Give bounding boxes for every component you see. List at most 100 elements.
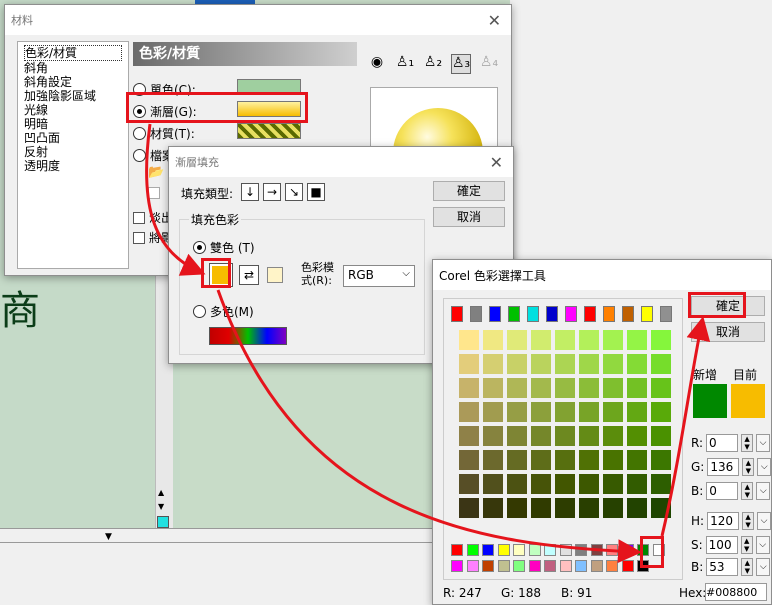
palette-swatch[interactable] <box>470 306 482 322</box>
color-grid-cell[interactable] <box>531 450 551 470</box>
color-grid-cell[interactable] <box>459 354 479 374</box>
light-3-icon[interactable]: ♙₃ <box>451 54 471 74</box>
solid-option[interactable]: 單色(C): <box>133 81 196 98</box>
chevron-down-icon[interactable]: ⌵ <box>756 558 771 576</box>
color-grid-cell[interactable] <box>555 450 575 470</box>
chevron-down-icon[interactable]: ⌵ <box>757 458 772 476</box>
category-item[interactable]: 透明度 <box>24 159 122 173</box>
palette-swatch[interactable] <box>466 544 479 556</box>
palette-swatch[interactable] <box>451 306 463 322</box>
palette-swatch[interactable] <box>606 560 618 572</box>
close-icon[interactable]: ✕ <box>488 11 501 30</box>
color-grid-cell[interactable] <box>531 426 551 446</box>
color-grid-cell[interactable] <box>603 378 623 398</box>
color-grid-cell[interactable] <box>603 330 623 350</box>
color-grid-cell[interactable] <box>603 498 623 518</box>
color-grid-cell[interactable] <box>483 354 503 374</box>
arrow-diagonal-icon[interactable]: ↘ <box>285 183 303 201</box>
color-grid-cell[interactable] <box>459 378 479 398</box>
ok-button[interactable]: 確定 <box>691 296 765 316</box>
folder-icon[interactable]: 📂 <box>148 165 164 180</box>
color-grid-cell[interactable] <box>627 330 647 350</box>
arrow-right-icon[interactable]: → <box>263 183 281 201</box>
color-grid-cell[interactable] <box>579 450 599 470</box>
color-grid-cell[interactable] <box>651 474 671 494</box>
palette-swatch[interactable] <box>641 306 653 322</box>
brightness-input[interactable] <box>706 558 739 576</box>
color-grid-cell[interactable] <box>627 378 647 398</box>
palette-swatch[interactable] <box>528 544 541 556</box>
palette-swatch[interactable] <box>489 306 501 322</box>
palette-swatch[interactable] <box>660 306 672 322</box>
color-grid-cell[interactable] <box>651 498 671 518</box>
cancel-button[interactable]: 取消 <box>691 322 765 342</box>
file-radio[interactable] <box>133 149 146 162</box>
color-grid-cell[interactable] <box>459 402 479 422</box>
spinner-arrows-icon[interactable]: ▲ ▼ <box>741 558 754 576</box>
palette-swatch[interactable] <box>528 560 541 572</box>
gradient-radio[interactable] <box>133 105 146 118</box>
category-item[interactable]: 斜角設定 <box>24 75 122 89</box>
color-grid-cell[interactable] <box>555 330 575 350</box>
palette-swatch[interactable] <box>575 544 587 556</box>
color-grid-cell[interactable] <box>531 402 551 422</box>
close-icon[interactable]: ✕ <box>490 153 503 172</box>
color-grid-cell[interactable] <box>579 498 599 518</box>
b-input[interactable] <box>706 482 739 500</box>
category-item[interactable]: 凹凸面 <box>24 131 122 145</box>
multi-color-radio[interactable] <box>193 305 206 318</box>
current-color-swatch[interactable] <box>731 384 765 418</box>
gradient-option[interactable]: 漸層(G): <box>133 103 197 120</box>
palette-swatch[interactable] <box>544 544 556 556</box>
palette-swatch[interactable] <box>497 560 510 572</box>
color-grid-cell[interactable] <box>651 330 671 350</box>
color2-swatch[interactable] <box>267 267 283 283</box>
two-color-radio[interactable] <box>193 241 206 254</box>
color-grid-cell[interactable] <box>627 402 647 422</box>
color-grid-cell[interactable] <box>579 426 599 446</box>
color-grid-cell[interactable] <box>579 354 599 374</box>
spinner-arrows-icon[interactable]: ▲ ▼ <box>741 434 754 452</box>
palette-swatch[interactable] <box>606 544 618 556</box>
color-grid-cell[interactable] <box>555 354 575 374</box>
palette-swatch[interactable] <box>590 544 603 556</box>
color-grid-cell[interactable] <box>483 498 503 518</box>
category-item[interactable]: 明暗 <box>24 117 122 131</box>
spinner-arrows-icon[interactable]: ▲ ▼ <box>741 482 754 500</box>
color-grid-cell[interactable] <box>651 378 671 398</box>
chevron-down-icon[interactable]: ⌵ <box>757 512 772 530</box>
chevron-down-icon[interactable]: ⌵ <box>756 434 771 452</box>
color-grid-cell[interactable] <box>507 378 527 398</box>
h-input[interactable] <box>707 512 740 530</box>
light-4-icon[interactable]: ♙₄ <box>479 54 499 74</box>
palette-swatch[interactable] <box>451 560 463 572</box>
spinner-arrows-icon[interactable]: ▲ ▼ <box>742 512 755 530</box>
color-grid-cell[interactable] <box>555 426 575 446</box>
palette-swatch[interactable] <box>637 560 649 572</box>
color-grid-cell[interactable] <box>507 498 527 518</box>
palette-swatch[interactable] <box>584 306 596 322</box>
color-grid-cell[interactable] <box>651 354 671 374</box>
category-list[interactable]: 色彩/材質 斜角 斜角設定 加強陰影區域 光線 明暗 凹凸面 反射 透明度 <box>17 41 129 269</box>
color-grid-cell[interactable] <box>651 426 671 446</box>
color-grid-cell[interactable] <box>483 402 503 422</box>
palette-swatch[interactable] <box>559 560 572 572</box>
hex-input[interactable] <box>705 583 767 601</box>
palette-swatch[interactable] <box>546 306 558 322</box>
color-grid-cell[interactable] <box>531 474 551 494</box>
palette-swatch[interactable] <box>559 544 572 556</box>
palette-swatch[interactable] <box>466 560 479 572</box>
palette-swatch[interactable] <box>652 544 665 556</box>
palette-swatch[interactable] <box>544 560 556 572</box>
palette-swatch[interactable] <box>497 544 510 556</box>
color-grid-cell[interactable] <box>627 498 647 518</box>
category-item[interactable]: 光線 <box>24 103 122 117</box>
color-grid-cell[interactable] <box>555 378 575 398</box>
color-grid-cell[interactable] <box>579 402 599 422</box>
palette-swatch[interactable] <box>482 544 494 556</box>
color-grid-cell[interactable] <box>555 474 575 494</box>
vertical-option[interactable]: 將影 <box>133 229 173 246</box>
color-grid-cell[interactable] <box>603 402 623 422</box>
palette-swatch[interactable] <box>637 544 649 556</box>
color-grid-cell[interactable] <box>483 378 503 398</box>
